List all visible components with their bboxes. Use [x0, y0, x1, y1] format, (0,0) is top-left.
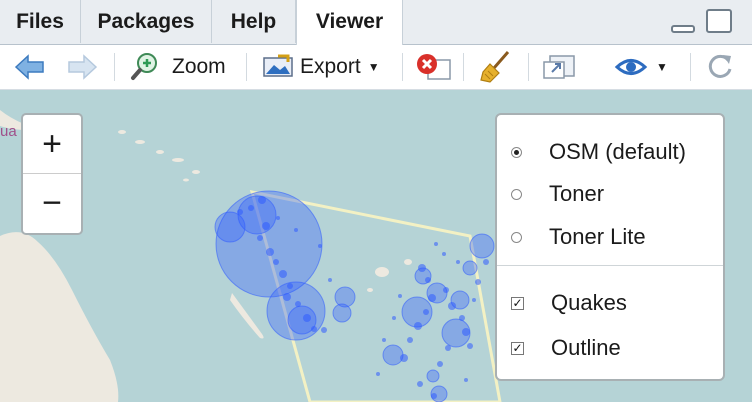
toolbar-separator [463, 53, 464, 81]
overlay-outline[interactable]: ✓ Outline [511, 333, 621, 363]
land-australia [0, 232, 119, 402]
chevron-down-icon: ▼ [367, 60, 380, 74]
pane-tab-bar: Files Packages Help Viewer [0, 0, 752, 45]
overlay-label: Outline [551, 335, 621, 360]
toolbar-separator [246, 53, 247, 81]
leaflet-map[interactable]: ua ni + − OSM (default) Toner Toner Lite… [0, 90, 752, 402]
checkbox[interactable]: ✓ [511, 296, 524, 310]
export-icon [263, 54, 293, 77]
sync-menu-button[interactable]: ▼ [612, 49, 668, 85]
layers-control: OSM (default) Toner Toner Lite ✓ Quakes … [495, 113, 725, 381]
toolbar-separator [690, 53, 691, 81]
tab-files[interactable]: Files [0, 0, 81, 43]
zoom-out-button[interactable]: − [23, 174, 81, 232]
land-new-caledonia [230, 293, 264, 339]
base-layer-osm[interactable]: OSM (default) [511, 137, 686, 167]
base-layer-toner[interactable]: Toner [511, 179, 604, 209]
zoom-button[interactable]: Zoom [130, 49, 226, 85]
show-in-window-icon [543, 55, 575, 79]
base-layer-label: OSM (default) [549, 139, 686, 164]
radio-button[interactable] [511, 231, 522, 243]
export-menu-button[interactable]: Export ▼ [262, 49, 380, 85]
tab-packages[interactable]: Packages [81, 0, 212, 43]
clear-viewer-button[interactable] [478, 49, 512, 85]
refresh-button[interactable] [704, 49, 736, 85]
zoom-in-button[interactable]: + [23, 115, 81, 174]
zoom-label: Zoom [172, 55, 226, 78]
show-in-window-button[interactable] [542, 49, 578, 85]
overlay-quakes[interactable]: ✓ Quakes [511, 288, 627, 318]
tab-viewer[interactable]: Viewer [296, 0, 403, 45]
layers-divider [497, 265, 723, 266]
overlay-label: Quakes [551, 290, 627, 315]
base-layer-label: Toner Lite [549, 224, 646, 249]
remove-icon [417, 54, 451, 80]
back-arrow-icon [14, 54, 44, 80]
forward-arrow-icon [68, 54, 98, 80]
viewer-toolbar: Zoom Export ▼ ▼ [0, 45, 752, 90]
tab-help[interactable]: Help [212, 0, 296, 43]
sync-icon [614, 59, 648, 75]
refresh-icon [708, 54, 732, 78]
checkbox[interactable]: ✓ [511, 341, 524, 355]
toolbar-separator [114, 53, 115, 81]
base-layer-toner-lite[interactable]: Toner Lite [511, 222, 646, 252]
maximize-pane-icon[interactable] [706, 9, 732, 33]
toolbar-separator [402, 53, 403, 81]
broom-icon [480, 51, 510, 83]
minimize-pane-icon[interactable] [671, 25, 695, 33]
remove-viewer-button[interactable] [414, 49, 452, 85]
forward-button[interactable] [66, 49, 98, 85]
quake-markers [214, 190, 495, 402]
back-button[interactable] [14, 49, 46, 85]
chevron-down-icon: ▼ [656, 60, 668, 74]
toolbar-separator [528, 53, 529, 81]
export-label: Export [300, 55, 361, 78]
base-layer-label: Toner [549, 181, 605, 206]
radio-button[interactable] [511, 188, 522, 200]
zoom-icon [131, 53, 157, 80]
zoom-control: + − [21, 113, 83, 235]
radio-button[interactable] [511, 146, 522, 158]
